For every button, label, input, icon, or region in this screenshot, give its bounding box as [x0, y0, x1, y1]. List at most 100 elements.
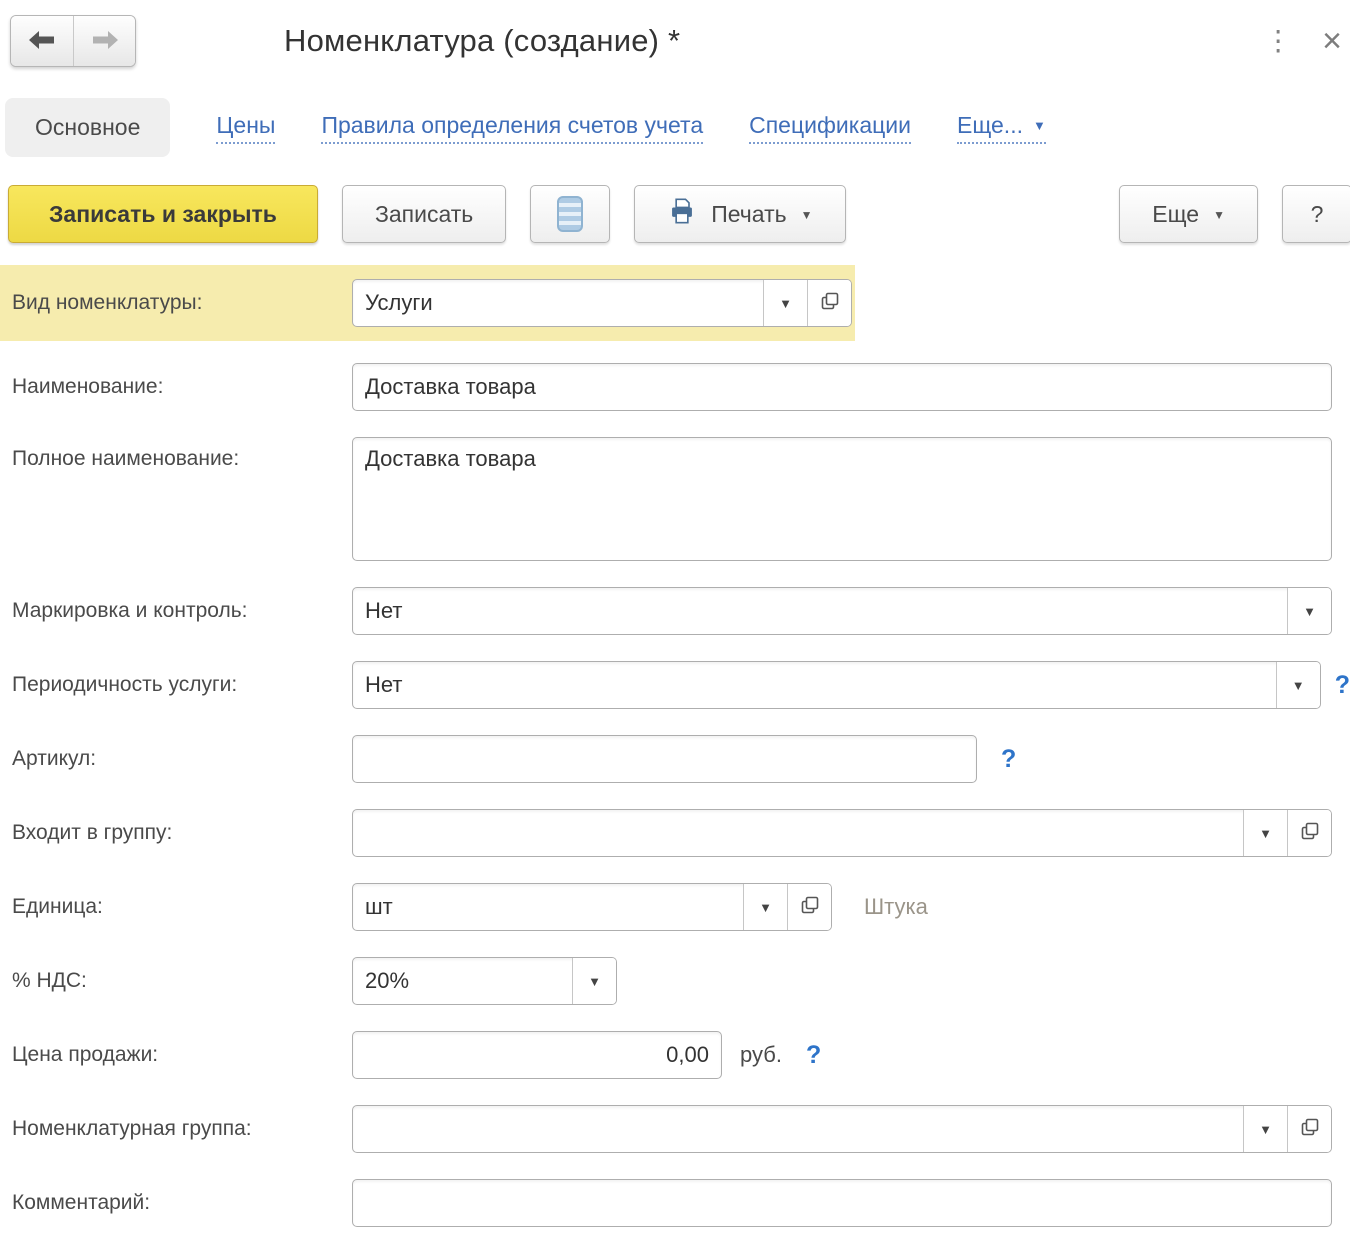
tab-bar: Основное Цены Правила определения счетов…	[0, 80, 1350, 169]
close-icon[interactable]: ×	[1322, 24, 1342, 58]
edinitsa-open-button[interactable]	[787, 884, 831, 930]
chevron-down-icon: ▼	[759, 900, 772, 915]
titlebar: Номенклатура (создание) * ⋮ ×	[0, 0, 1350, 72]
save-button[interactable]: Записать	[342, 185, 506, 243]
vid-nomenklatury-input[interactable]	[353, 280, 763, 326]
artikul-help-icon[interactable]: ?	[1001, 745, 1016, 774]
vid-nomenklatury-open-button[interactable]	[807, 280, 851, 326]
nds-input[interactable]	[353, 958, 572, 1004]
naimenovanie-label: Наименование:	[12, 375, 352, 399]
arrow-left-icon	[27, 29, 57, 54]
field-row-naimenovanie: Наименование:	[0, 363, 1350, 411]
tab-pravila-scheta[interactable]: Правила определения счетов учета	[321, 112, 703, 144]
chevron-down-icon: ▼	[588, 974, 601, 989]
nomenklaturnaya-gruppa-dropdown-button[interactable]: ▼	[1243, 1106, 1287, 1152]
vid-nomenklatury-label: Вид номенклатуры:	[12, 291, 352, 315]
tsena-prodazhi-help-icon[interactable]: ?	[806, 1041, 821, 1070]
main-form: Вид номенклатуры: ▼ Наименовани	[0, 261, 1350, 1227]
field-row-nds: % НДС: ▼	[0, 957, 1350, 1005]
periodichnost-help-icon[interactable]: ?	[1335, 671, 1350, 700]
open-squares-icon	[800, 895, 820, 920]
edinitsa-label: Единица:	[12, 895, 352, 919]
tab-tseny[interactable]: Цены	[216, 112, 275, 144]
chevron-down-icon: ▼	[1303, 604, 1316, 619]
markirovka-label: Маркировка и контроль:	[12, 599, 352, 623]
chevron-down-icon: ▼	[779, 296, 792, 311]
vhodit-v-gruppu-label: Входит в группу:	[12, 821, 352, 845]
nomenklaturnaya-gruppa-open-button[interactable]	[1287, 1106, 1331, 1152]
vhodit-v-gruppu-input[interactable]	[353, 810, 1243, 856]
titlebar-actions: ⋮ ×	[1264, 24, 1336, 58]
page-title: Номенклатура (создание) *	[284, 23, 680, 59]
arrow-right-icon	[90, 29, 120, 54]
tsena-prodazhi-label: Цена продажи:	[12, 1043, 352, 1067]
field-row-kommentariy: Комментарий:	[0, 1179, 1350, 1227]
toolbar: Записать и закрыть Записать Печать ▼ Еще…	[0, 169, 1350, 261]
edinitsa-hint-text: Штука	[864, 894, 928, 920]
vhodit-v-gruppu-combo: ▼	[352, 809, 1332, 857]
nds-dropdown-button[interactable]: ▼	[572, 958, 616, 1004]
edinitsa-input[interactable]	[353, 884, 743, 930]
nds-combo: ▼	[352, 957, 617, 1005]
artikul-input[interactable]	[352, 735, 977, 783]
open-squares-icon	[1300, 821, 1320, 846]
tab-more[interactable]: Еще... ▼	[957, 112, 1046, 144]
open-squares-icon	[1300, 1117, 1320, 1142]
chevron-down-icon: ▼	[1259, 826, 1272, 841]
field-row-markirovka: Маркировка и контроль: ▼	[0, 587, 1350, 635]
history-nav-group	[10, 15, 136, 67]
more-label: Еще	[1152, 201, 1199, 228]
tsena-prodazhi-field	[352, 1031, 722, 1079]
document-register-button[interactable]	[530, 185, 610, 243]
markirovka-input[interactable]	[353, 588, 1287, 634]
back-button[interactable]	[11, 16, 73, 66]
vhodit-v-gruppu-open-button[interactable]	[1287, 810, 1331, 856]
field-row-tsena-prodazhi: Цена продажи: руб. ?	[0, 1031, 1350, 1079]
field-row-nomenklaturnaya-gruppa: Номенклатурная группа: ▼	[0, 1105, 1350, 1153]
field-row-artikul: Артикул: ?	[0, 735, 1350, 783]
polnoe-naimenovanie-label: Полное наименование:	[12, 437, 352, 471]
periodichnost-input[interactable]	[353, 662, 1276, 708]
periodichnost-combo: ▼	[352, 661, 1321, 709]
markirovka-combo: ▼	[352, 587, 1332, 635]
vid-nomenklatury-dropdown-button[interactable]: ▼	[763, 280, 807, 326]
register-stack-icon	[557, 196, 583, 232]
kebab-menu-icon[interactable]: ⋮	[1264, 27, 1292, 55]
edinitsa-dropdown-button[interactable]: ▼	[743, 884, 787, 930]
tab-more-label: Еще...	[957, 112, 1023, 139]
markirovka-dropdown-button[interactable]: ▼	[1287, 588, 1331, 634]
chevron-down-icon: ▼	[1033, 119, 1046, 132]
nomenklaturnaya-gruppa-label: Номенклатурная группа:	[12, 1117, 352, 1141]
artikul-label: Артикул:	[12, 747, 352, 771]
kommentariy-label: Комментарий:	[12, 1191, 352, 1215]
tab-osnovnoe[interactable]: Основное	[5, 98, 170, 157]
more-button[interactable]: Еще ▼	[1119, 185, 1258, 243]
chevron-down-icon: ▼	[1292, 678, 1305, 693]
tsena-prodazhi-input[interactable]	[353, 1032, 721, 1078]
forward-button[interactable]	[73, 16, 135, 66]
naimenovanie-input[interactable]	[352, 363, 1332, 411]
vhodit-v-gruppu-dropdown-button[interactable]: ▼	[1243, 810, 1287, 856]
polnoe-naimenovanie-textarea[interactable]: Доставка товара	[352, 437, 1332, 561]
edinitsa-combo: ▼	[352, 883, 832, 931]
save-and-close-button[interactable]: Записать и закрыть	[8, 185, 318, 243]
field-row-vid-nomenklatury: Вид номенклатуры: ▼	[0, 265, 855, 341]
periodichnost-dropdown-button[interactable]: ▼	[1276, 662, 1320, 708]
print-button[interactable]: Печать ▼	[634, 185, 845, 243]
open-squares-icon	[820, 291, 840, 316]
field-row-edinitsa: Единица: ▼ Штука	[0, 883, 1350, 931]
chevron-down-icon: ▼	[1213, 209, 1225, 221]
kommentariy-input[interactable]	[352, 1179, 1332, 1227]
field-row-periodichnost: Периодичность услуги: ▼ ?	[0, 661, 1350, 709]
tab-spetsifikatsii[interactable]: Спецификации	[749, 112, 911, 144]
print-label: Печать	[711, 201, 786, 228]
currency-suffix: руб.	[740, 1042, 782, 1068]
nomenklaturnaya-gruppa-combo: ▼	[352, 1105, 1332, 1153]
field-row-polnoe-naimenovanie: Полное наименование: Доставка товара	[0, 437, 1350, 561]
periodichnost-label: Периодичность услуги:	[12, 673, 352, 697]
help-button[interactable]: ?	[1282, 185, 1350, 243]
nomenklaturnaya-gruppa-input[interactable]	[353, 1106, 1243, 1152]
chevron-down-icon: ▼	[1259, 1122, 1272, 1137]
vid-nomenklatury-combo: ▼	[352, 279, 852, 327]
chevron-down-icon: ▼	[801, 209, 813, 221]
